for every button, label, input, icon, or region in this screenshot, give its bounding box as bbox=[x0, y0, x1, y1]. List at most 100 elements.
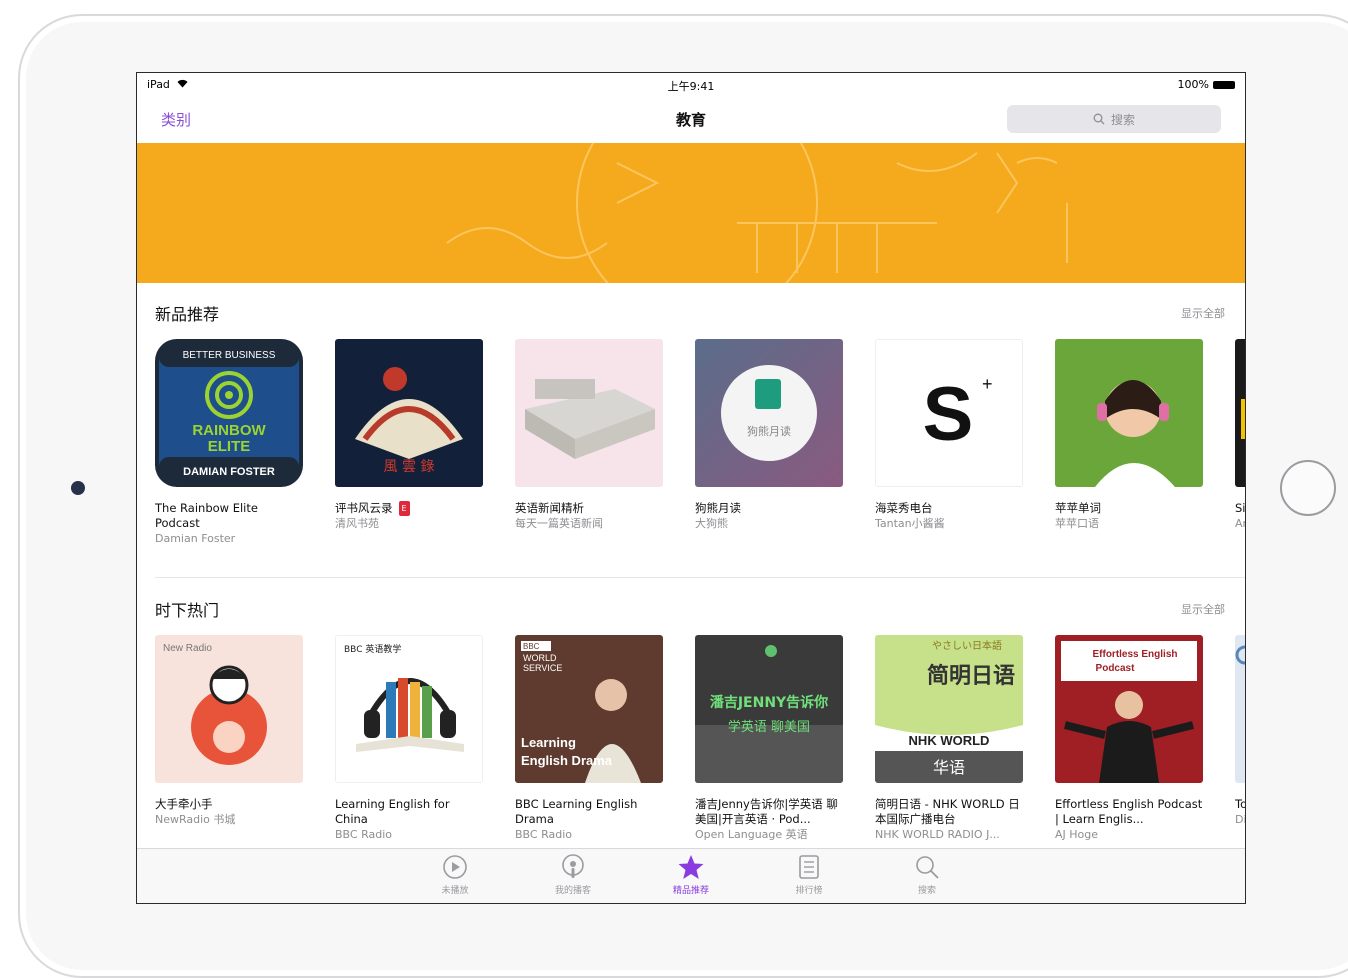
podcast-card[interactable]: S + 海菜秀电台 Tantan小酱酱 bbox=[875, 339, 1023, 546]
podcast-card[interactable]: To Vo Di bbox=[1235, 635, 1246, 842]
podcast-artwork[interactable]: BETTER BUSINESS RAINBOW ELITE DAMIAN FOS… bbox=[155, 339, 303, 487]
podcast-artwork[interactable]: Effortless English Podcast bbox=[1055, 635, 1203, 783]
podcast-author: 每天一篇英语新闻 bbox=[515, 517, 603, 530]
podcast-title: Effortless English Podcast | Learn Engli… bbox=[1055, 797, 1203, 826]
podcast-artwork[interactable]: New Radio bbox=[155, 635, 303, 783]
podcast-card[interactable]: やさしい日本語 简明日语 NHK WORLD 华语 简明日语 - NHK WOR… bbox=[875, 635, 1023, 842]
podcast-row: BETTER BUSINESS RAINBOW ELITE DAMIAN FOS… bbox=[155, 339, 1245, 546]
art-text: DAMIAN FOSTER bbox=[183, 466, 275, 478]
art-text: 学英语 聊美国 bbox=[728, 719, 810, 735]
section-title: 时下热门 bbox=[155, 601, 220, 620]
podcast-artwork[interactable] bbox=[1235, 339, 1245, 487]
podcast-title: 苹苹单词 bbox=[1055, 501, 1101, 515]
podcast-title: 大手牵小手 bbox=[155, 797, 213, 811]
podcast-author: Di bbox=[1235, 813, 1246, 826]
podcast-author: Tantan小酱酱 bbox=[875, 517, 945, 530]
podcast-artwork[interactable]: 潘吉JENNY告诉你 学英语 聊美国 bbox=[695, 635, 843, 783]
navigation-bar: 类别 教育 搜索 bbox=[137, 95, 1245, 141]
art-text: BBC 英语教学 bbox=[344, 643, 401, 655]
podcast-card[interactable]: 狗熊月读 狗熊月读 大狗熊 bbox=[695, 339, 843, 546]
podcast-artwork[interactable]: 風 雲 錄 bbox=[335, 339, 483, 487]
art-text: SERVICE bbox=[523, 663, 562, 673]
search-field[interactable]: 搜索 bbox=[1007, 105, 1221, 133]
front-camera bbox=[71, 481, 85, 495]
tab-unplayed[interactable]: 未播放 bbox=[435, 849, 475, 903]
art-text: BBC bbox=[523, 642, 540, 651]
podcast-title: 简明日语 - NHK WORLD 日本国际广播电台 bbox=[875, 797, 1020, 826]
art-text: 潘吉JENNY告诉你 bbox=[710, 694, 828, 711]
podcast-title: To Vo bbox=[1235, 797, 1246, 811]
search-placeholder: 搜索 bbox=[1110, 112, 1135, 127]
podcast-author: BBC Radio bbox=[515, 828, 572, 841]
svg-text:風 雲 錄: 風 雲 錄 bbox=[384, 459, 435, 475]
tab-label: 搜索 bbox=[917, 886, 936, 896]
podcast-card[interactable]: BBC 英语教学 Learning English for China BBC … bbox=[335, 635, 483, 842]
podcast-card[interactable]: BETTER BUSINESS RAINBOW ELITE DAMIAN FOS… bbox=[155, 339, 303, 546]
art-text: 华语 bbox=[933, 758, 965, 777]
battery-status: 100% bbox=[1178, 78, 1235, 91]
podcast-artwork[interactable]: WORLD SERVICE BBC Learning English Drama bbox=[515, 635, 663, 783]
podcast-card[interactable]: Si Ar bbox=[1235, 339, 1245, 546]
podcast-artwork[interactable]: 狗熊月读 bbox=[695, 339, 843, 487]
tab-label: 排行榜 bbox=[795, 886, 823, 896]
battery-percent: 100% bbox=[1177, 78, 1209, 91]
art-text: New Radio bbox=[163, 643, 212, 654]
star-icon bbox=[678, 855, 704, 879]
podcast-author: Damian Foster bbox=[155, 532, 236, 545]
podcast-title: BBC Learning English Drama bbox=[515, 797, 638, 826]
tab-label: 未播放 bbox=[441, 886, 469, 896]
podcast-title: 英语新闻精析 bbox=[515, 501, 584, 515]
art-text: WORLD bbox=[523, 653, 557, 663]
podcast-artwork[interactable] bbox=[515, 339, 663, 487]
section-title: 新品推荐 bbox=[155, 305, 220, 324]
podcast-card[interactable]: Effortless English Podcast Effortless En… bbox=[1055, 635, 1203, 842]
tab-label: 我的播客 bbox=[554, 886, 591, 896]
podcast-artwork[interactable] bbox=[1235, 635, 1245, 783]
tab-label: 精品推荐 bbox=[672, 886, 709, 896]
show-all-link[interactable]: 显示全部 bbox=[1181, 305, 1225, 321]
explicit-badge: E bbox=[398, 501, 410, 516]
podcast-author: 大狗熊 bbox=[695, 517, 728, 530]
list-icon bbox=[799, 855, 819, 879]
battery-icon bbox=[1213, 80, 1235, 89]
podcast-icon bbox=[562, 854, 584, 878]
podcast-card[interactable]: 潘吉JENNY告诉你 学英语 聊美国 潘吉Jenny告诉你|学英语 聊美国|开言… bbox=[695, 635, 843, 842]
search-icon bbox=[916, 856, 939, 879]
show-all-link[interactable]: 显示全部 bbox=[1181, 601, 1225, 617]
podcast-artwork[interactable]: やさしい日本語 简明日语 NHK WORLD 华语 bbox=[875, 635, 1023, 783]
podcast-author: NewRadio 书城 bbox=[155, 813, 236, 826]
podcast-author: NHK WORLD RADIO J... bbox=[875, 828, 1000, 841]
podcast-card[interactable]: 苹苹单词 苹苹口语 bbox=[1055, 339, 1203, 546]
podcast-title: 潘吉Jenny告诉你|学英语 聊美国|开言英语 · Pod... bbox=[695, 797, 838, 826]
tab-search[interactable]: 搜索 bbox=[907, 849, 947, 903]
podcast-title: 评书风云录 E bbox=[335, 501, 483, 516]
svg-text:+: + bbox=[982, 374, 993, 394]
podcast-card[interactable]: 風 雲 錄 评书风云录 E 清风书苑 bbox=[335, 339, 483, 546]
podcast-artwork[interactable] bbox=[1055, 339, 1203, 487]
podcast-author: Open Language 英语 bbox=[695, 828, 808, 841]
podcast-artwork[interactable]: S + bbox=[875, 339, 1023, 487]
podcast-artwork[interactable]: BBC 英语教学 bbox=[335, 635, 483, 783]
tab-top-charts[interactable]: 排行榜 bbox=[789, 849, 829, 903]
art-text: Effortless English bbox=[1092, 649, 1177, 660]
podcast-card[interactable]: New Radio 大手牵小手 NewRadio 书城 bbox=[155, 635, 303, 842]
podcast-author: AJ Hoge bbox=[1055, 828, 1099, 841]
featured-banner[interactable] bbox=[137, 143, 1245, 283]
art-text: NHK WORLD bbox=[909, 733, 990, 748]
podcast-row: New Radio 大手牵小手 NewRadio 书城 BBC 英语教学 Lea… bbox=[155, 635, 1246, 842]
podcast-title: Learning English for China bbox=[335, 797, 450, 826]
podcast-author: 清风书苑 bbox=[335, 517, 379, 530]
podcast-card[interactable]: 英语新闻精析 每天一篇英语新闻 bbox=[515, 339, 663, 546]
art-text: Podcast bbox=[1096, 663, 1136, 674]
art-text: English Drama bbox=[521, 753, 613, 768]
clock: 上午9:41 bbox=[667, 80, 715, 93]
podcast-card[interactable]: WORLD SERVICE BBC Learning English Drama… bbox=[515, 635, 663, 842]
art-text: やさしい日本語 bbox=[932, 639, 1002, 652]
art-text: 简明日语 bbox=[927, 663, 1015, 689]
home-button[interactable] bbox=[1280, 460, 1336, 516]
tab-featured[interactable]: 精品推荐 bbox=[671, 849, 711, 903]
podcast-title: 狗熊月读 bbox=[695, 501, 741, 515]
banner-formula-pattern bbox=[446, 143, 1068, 283]
podcast-author: 苹苹口语 bbox=[1055, 517, 1099, 530]
tab-my-podcasts[interactable]: 我的播客 bbox=[553, 849, 593, 903]
